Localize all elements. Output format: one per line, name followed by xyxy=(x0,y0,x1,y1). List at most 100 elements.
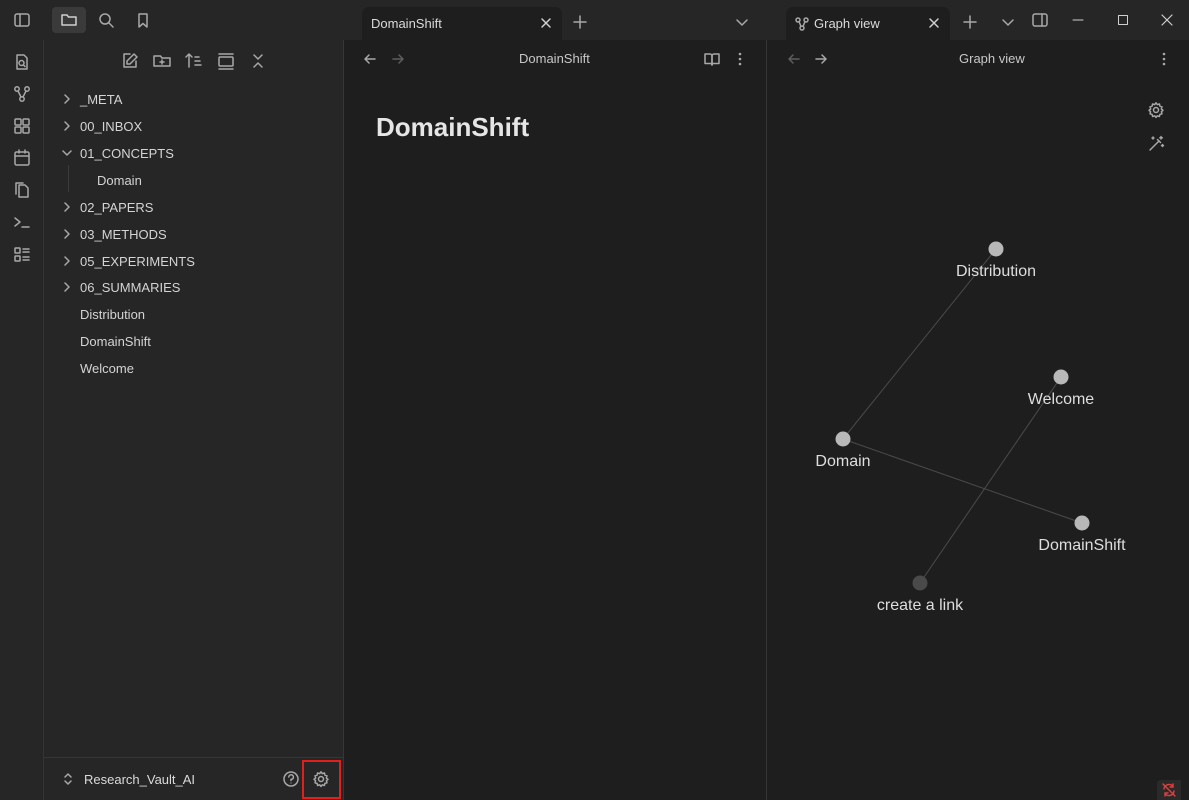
minimize-icon xyxy=(1072,19,1084,21)
file-item[interactable]: Welcome xyxy=(44,356,343,380)
chevrons-collapse-icon xyxy=(253,54,263,68)
folder-item[interactable]: _META xyxy=(44,87,343,111)
arrow-right-icon xyxy=(815,54,827,64)
graph-node-label[interactable]: Domain xyxy=(815,453,870,471)
nav-back-button[interactable] xyxy=(784,50,804,68)
toggle-left-sidebar-button[interactable] xyxy=(5,7,39,33)
search-icon xyxy=(99,13,114,28)
graph-node-label[interactable]: DomainShift xyxy=(1038,537,1125,555)
tree-item-label: 01_CONCEPTS xyxy=(80,145,174,161)
folder-item[interactable]: 02_PAPERS xyxy=(44,195,343,219)
tab-close-button[interactable] xyxy=(538,15,554,31)
files-view-button[interactable] xyxy=(52,7,86,33)
nav-back-button[interactable] xyxy=(360,50,380,68)
reading-view-button[interactable] xyxy=(702,49,722,69)
settings-highlight-box xyxy=(302,760,341,799)
graph-node-domainshift[interactable] xyxy=(1074,515,1090,531)
graph-canvas[interactable] xyxy=(768,80,1189,800)
tab-domainshift[interactable]: DomainShift xyxy=(362,7,562,40)
tree-item-label: 06_SUMMARIES xyxy=(80,279,181,295)
command-palette-button[interactable] xyxy=(12,212,32,232)
sort-button[interactable] xyxy=(184,51,204,71)
new-note-button[interactable] xyxy=(120,51,140,71)
daily-note-button[interactable] xyxy=(12,148,32,168)
search-view-button[interactable] xyxy=(89,7,123,33)
minimize-window-button[interactable] xyxy=(1068,10,1088,30)
tree-item-label: 02_PAPERS xyxy=(80,199,154,215)
terminal-icon xyxy=(14,217,30,228)
quick-switcher-button[interactable] xyxy=(12,52,32,72)
bookmarks-view-button[interactable] xyxy=(126,7,160,33)
help-button[interactable] xyxy=(281,769,301,789)
close-window-button[interactable] xyxy=(1157,10,1177,30)
sort-icon xyxy=(185,53,202,68)
bases-button[interactable] xyxy=(12,244,32,264)
folder-item[interactable]: 06_SUMMARIES xyxy=(44,275,343,299)
graph-edge xyxy=(842,438,1083,524)
tab-list-dropdown[interactable] xyxy=(998,12,1018,32)
folder-item[interactable]: 05_EXPERIMENTS xyxy=(44,249,343,273)
file-item[interactable]: DomainShift xyxy=(44,329,343,353)
tree-item-label: 05_EXPERIMENTS xyxy=(80,253,195,269)
new-tab-button[interactable] xyxy=(960,12,980,32)
graph-node-welcome[interactable] xyxy=(1053,369,1069,385)
close-icon xyxy=(541,18,551,28)
sync-status-button[interactable] xyxy=(1157,780,1181,800)
open-graph-view-button[interactable] xyxy=(12,84,32,104)
title-bar: DomainShift Graph view xyxy=(0,0,1189,40)
list-checks-icon xyxy=(14,247,30,262)
nav-forward-button[interactable] xyxy=(388,50,408,68)
view-header-title[interactable]: DomainShift xyxy=(519,51,590,66)
file-item[interactable]: Domain xyxy=(44,168,343,192)
auto-reveal-button[interactable] xyxy=(216,51,236,71)
tree-item-label: 00_INBOX xyxy=(80,118,143,134)
vault-name[interactable]: Research_Vault_AI xyxy=(84,772,195,787)
nav-forward-button[interactable] xyxy=(811,50,831,68)
sync-off-icon xyxy=(1162,783,1176,797)
chevron-right-icon xyxy=(64,121,70,131)
vault-switcher-button[interactable] xyxy=(60,771,76,787)
folder-item[interactable]: 01_CONCEPTS xyxy=(44,141,343,165)
graph-node-distribution[interactable] xyxy=(988,241,1004,257)
folder-plus-icon xyxy=(153,55,171,67)
new-folder-button[interactable] xyxy=(152,51,172,71)
new-tab-button[interactable] xyxy=(570,12,590,32)
graph-icon xyxy=(795,16,809,31)
tab-graph-view[interactable]: Graph view xyxy=(786,7,950,40)
sidebar-left-icon xyxy=(14,13,30,27)
graph-node-create-link[interactable] xyxy=(912,575,928,591)
graph-icon xyxy=(14,86,30,102)
tab-label: DomainShift xyxy=(371,16,442,31)
toggle-right-sidebar-button[interactable] xyxy=(1030,10,1050,30)
files-icon xyxy=(15,182,29,198)
graph-node-label[interactable]: create a link xyxy=(877,597,963,615)
more-options-button[interactable] xyxy=(1156,49,1172,69)
graph-node-domain[interactable] xyxy=(835,431,851,447)
templates-button[interactable] xyxy=(12,180,32,200)
chevron-right-icon xyxy=(64,202,70,212)
tree-item-label: _META xyxy=(80,91,123,107)
graph-node-label[interactable]: Welcome xyxy=(1028,391,1094,409)
note-title[interactable]: DomainShift xyxy=(376,112,529,143)
tab-list-dropdown[interactable] xyxy=(732,12,752,32)
tree-item-label: DomainShift xyxy=(80,333,151,349)
vault-switcher-bar: Research_Vault_AI xyxy=(44,757,343,800)
tree-item-label: 03_METHODS xyxy=(80,226,167,242)
canvas-button[interactable] xyxy=(12,116,32,136)
calendar-icon xyxy=(14,149,30,166)
editor-pane: DomainShift DomainShift xyxy=(344,40,767,800)
more-vertical-icon xyxy=(1162,52,1166,66)
folder-item[interactable]: 03_METHODS xyxy=(44,222,343,246)
bookmark-icon xyxy=(138,13,148,28)
book-open-icon xyxy=(704,53,720,66)
folder-item[interactable]: 00_INBOX xyxy=(44,114,343,138)
plus-icon xyxy=(963,15,977,29)
collapse-all-button[interactable] xyxy=(248,51,268,71)
more-options-button[interactable] xyxy=(732,49,748,69)
plus-icon xyxy=(573,15,587,29)
file-item[interactable]: Distribution xyxy=(44,302,343,326)
graph-node-label[interactable]: Distribution xyxy=(956,263,1036,281)
maximize-window-button[interactable] xyxy=(1113,10,1133,30)
tree-item-label: Domain xyxy=(97,172,142,188)
tab-close-button[interactable] xyxy=(926,15,942,31)
